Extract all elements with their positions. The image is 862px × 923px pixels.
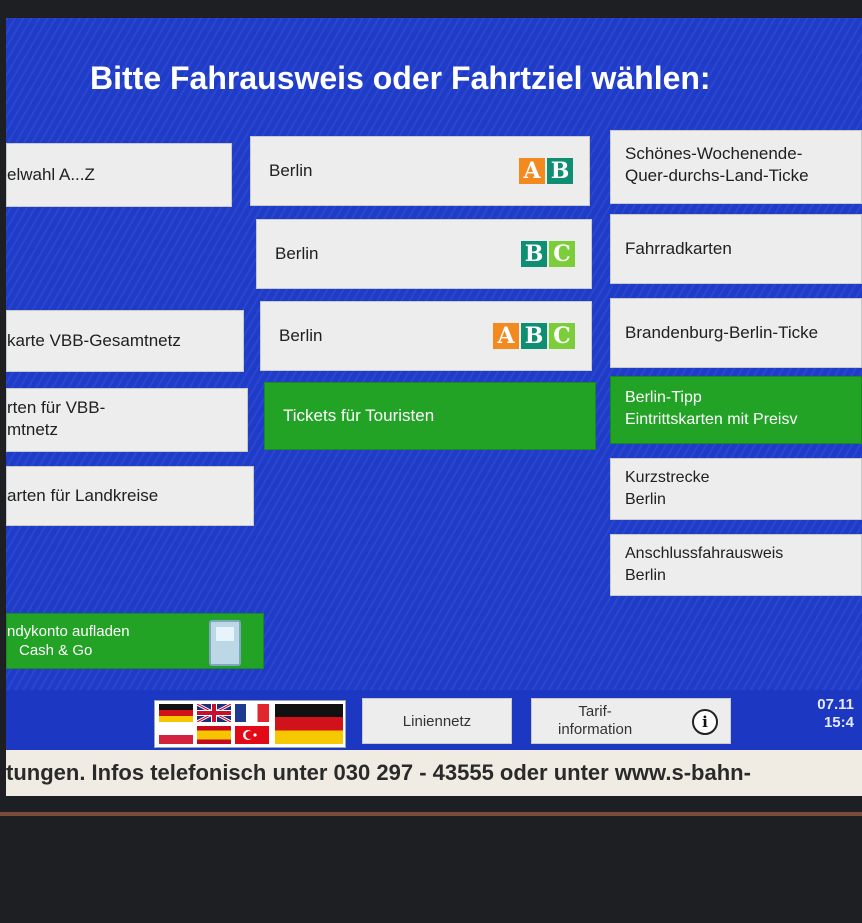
fare-info-line2: information bbox=[558, 721, 633, 738]
zone-c-badge: C bbox=[549, 241, 575, 267]
berlin-abc-button[interactable]: Berlin A B C bbox=[260, 301, 592, 371]
zone-b-badge: B bbox=[521, 241, 547, 267]
date-time-display: 07.11 15:4 bbox=[817, 696, 854, 732]
tourist-tickets-button[interactable]: Tickets für Touristen bbox=[264, 382, 596, 450]
zone-b-badge: B bbox=[521, 323, 547, 349]
short-trip-line2: Berlin bbox=[625, 491, 666, 508]
time-text: 15:4 bbox=[823, 714, 854, 731]
page-title: Bitte Fahrausweis oder Fahrtziel wählen: bbox=[90, 60, 711, 96]
zone-c-badge: C bbox=[549, 323, 575, 349]
berlin-abc-label: Berlin bbox=[279, 326, 323, 345]
language-flags-button[interactable] bbox=[154, 700, 346, 748]
berlin-tipp-button[interactable]: Berlin-Tipp Eintrittskarten mit Preisv bbox=[610, 376, 862, 444]
weekend-cross-country-ticket-button[interactable]: Schönes-Wochenende- Quer-durchs-Land-Tic… bbox=[610, 130, 862, 204]
berlin-tipp-line1: Berlin-Tipp bbox=[625, 389, 702, 406]
zone-b-badge: B bbox=[547, 158, 573, 184]
brandenburg-berlin-label: Brandenburg-Berlin-Ticke bbox=[625, 323, 819, 342]
ticker-text: tungen. Infos telefonisch unter 030 297 … bbox=[6, 760, 751, 785]
destination-az-button[interactable]: elwahl A...Z bbox=[6, 143, 232, 207]
fare-info-line1: Tarif- bbox=[578, 703, 612, 720]
info-icon: i bbox=[692, 709, 718, 735]
french-flag-icon[interactable] bbox=[235, 704, 269, 722]
mobile-topup-button[interactable]: ndykonto aufladen Cash & Go bbox=[6, 613, 264, 669]
mobile-phone-icon bbox=[209, 620, 241, 666]
zone-badges-abc: A B C bbox=[493, 323, 575, 349]
network-map-button[interactable]: Liniennetz bbox=[362, 698, 512, 744]
machine-frame-divider bbox=[0, 812, 862, 816]
vbb-tickets-line2: mtnetz bbox=[7, 420, 59, 439]
weekend-ticket-line2: Quer-durchs-Land-Ticke bbox=[625, 166, 809, 185]
fare-information-button[interactable]: Tarif- information i bbox=[531, 698, 731, 744]
short-trip-line1: Kurzstrecke bbox=[625, 469, 710, 486]
connection-ticket-line1: Anschlussfahrausweis bbox=[625, 545, 784, 562]
spanish-flag-icon[interactable] bbox=[197, 726, 231, 744]
vbb-total-network-tickets-button[interactable]: rten für VBB- mtnetz bbox=[6, 388, 248, 452]
zone-badges-bc: B C bbox=[521, 241, 575, 267]
weekend-ticket-line1: Schönes-Wochenende- bbox=[625, 144, 803, 163]
bicycle-tickets-button[interactable]: Fahrradkarten bbox=[610, 214, 862, 284]
german-flag-icon[interactable] bbox=[159, 704, 193, 722]
ticket-machine-screen: Bitte Fahrausweis oder Fahrtziel wählen:… bbox=[6, 18, 862, 690]
destination-az-label: elwahl A...Z bbox=[7, 165, 95, 184]
vbb-total-network-ticket-button[interactable]: karte VBB-Gesamtnetz bbox=[6, 310, 244, 372]
vbb-tickets-line1: rten für VBB- bbox=[7, 398, 106, 417]
connection-ticket-line2: Berlin bbox=[625, 567, 666, 584]
polish-flag-icon[interactable] bbox=[159, 726, 193, 744]
info-ticker: tungen. Infos telefonisch unter 030 297 … bbox=[6, 750, 862, 796]
berlin-ab-button[interactable]: Berlin A B bbox=[250, 136, 590, 206]
bottom-bar: Liniennetz Tarif- information i 07.11 15… bbox=[6, 690, 862, 750]
uk-flag-icon[interactable] bbox=[197, 704, 231, 722]
district-tickets-button[interactable]: arten für Landkreise bbox=[6, 466, 254, 526]
zone-a-badge: A bbox=[493, 323, 519, 349]
zone-badges-ab: A B bbox=[519, 158, 573, 184]
connection-ticket-berlin-button[interactable]: Anschlussfahrausweis Berlin bbox=[610, 534, 862, 596]
berlin-tipp-line2: Eintrittskarten mit Preisv bbox=[625, 411, 798, 428]
fare-information-text: Tarif- information bbox=[558, 703, 632, 739]
short-trip-berlin-button[interactable]: Kurzstrecke Berlin bbox=[610, 458, 862, 520]
turkish-flag-icon[interactable] bbox=[235, 726, 269, 744]
network-map-label: Liniennetz bbox=[402, 712, 472, 730]
bicycle-tickets-label: Fahrradkarten bbox=[625, 239, 732, 258]
brandenburg-berlin-ticket-button[interactable]: Brandenburg-Berlin-Ticke bbox=[610, 298, 862, 368]
zone-a-badge: A bbox=[519, 158, 545, 184]
berlin-bc-button[interactable]: Berlin B C bbox=[256, 219, 592, 289]
german-flag-large-icon[interactable] bbox=[275, 704, 343, 744]
district-tickets-label: arten für Landkreise bbox=[7, 486, 159, 505]
vbb-total-network-label: karte VBB-Gesamtnetz bbox=[7, 331, 181, 350]
berlin-bc-label: Berlin bbox=[275, 244, 319, 263]
berlin-ab-label: Berlin bbox=[269, 161, 313, 180]
date-text: 07.11 bbox=[817, 696, 854, 713]
tourist-tickets-label: Tickets für Touristen bbox=[283, 406, 435, 425]
